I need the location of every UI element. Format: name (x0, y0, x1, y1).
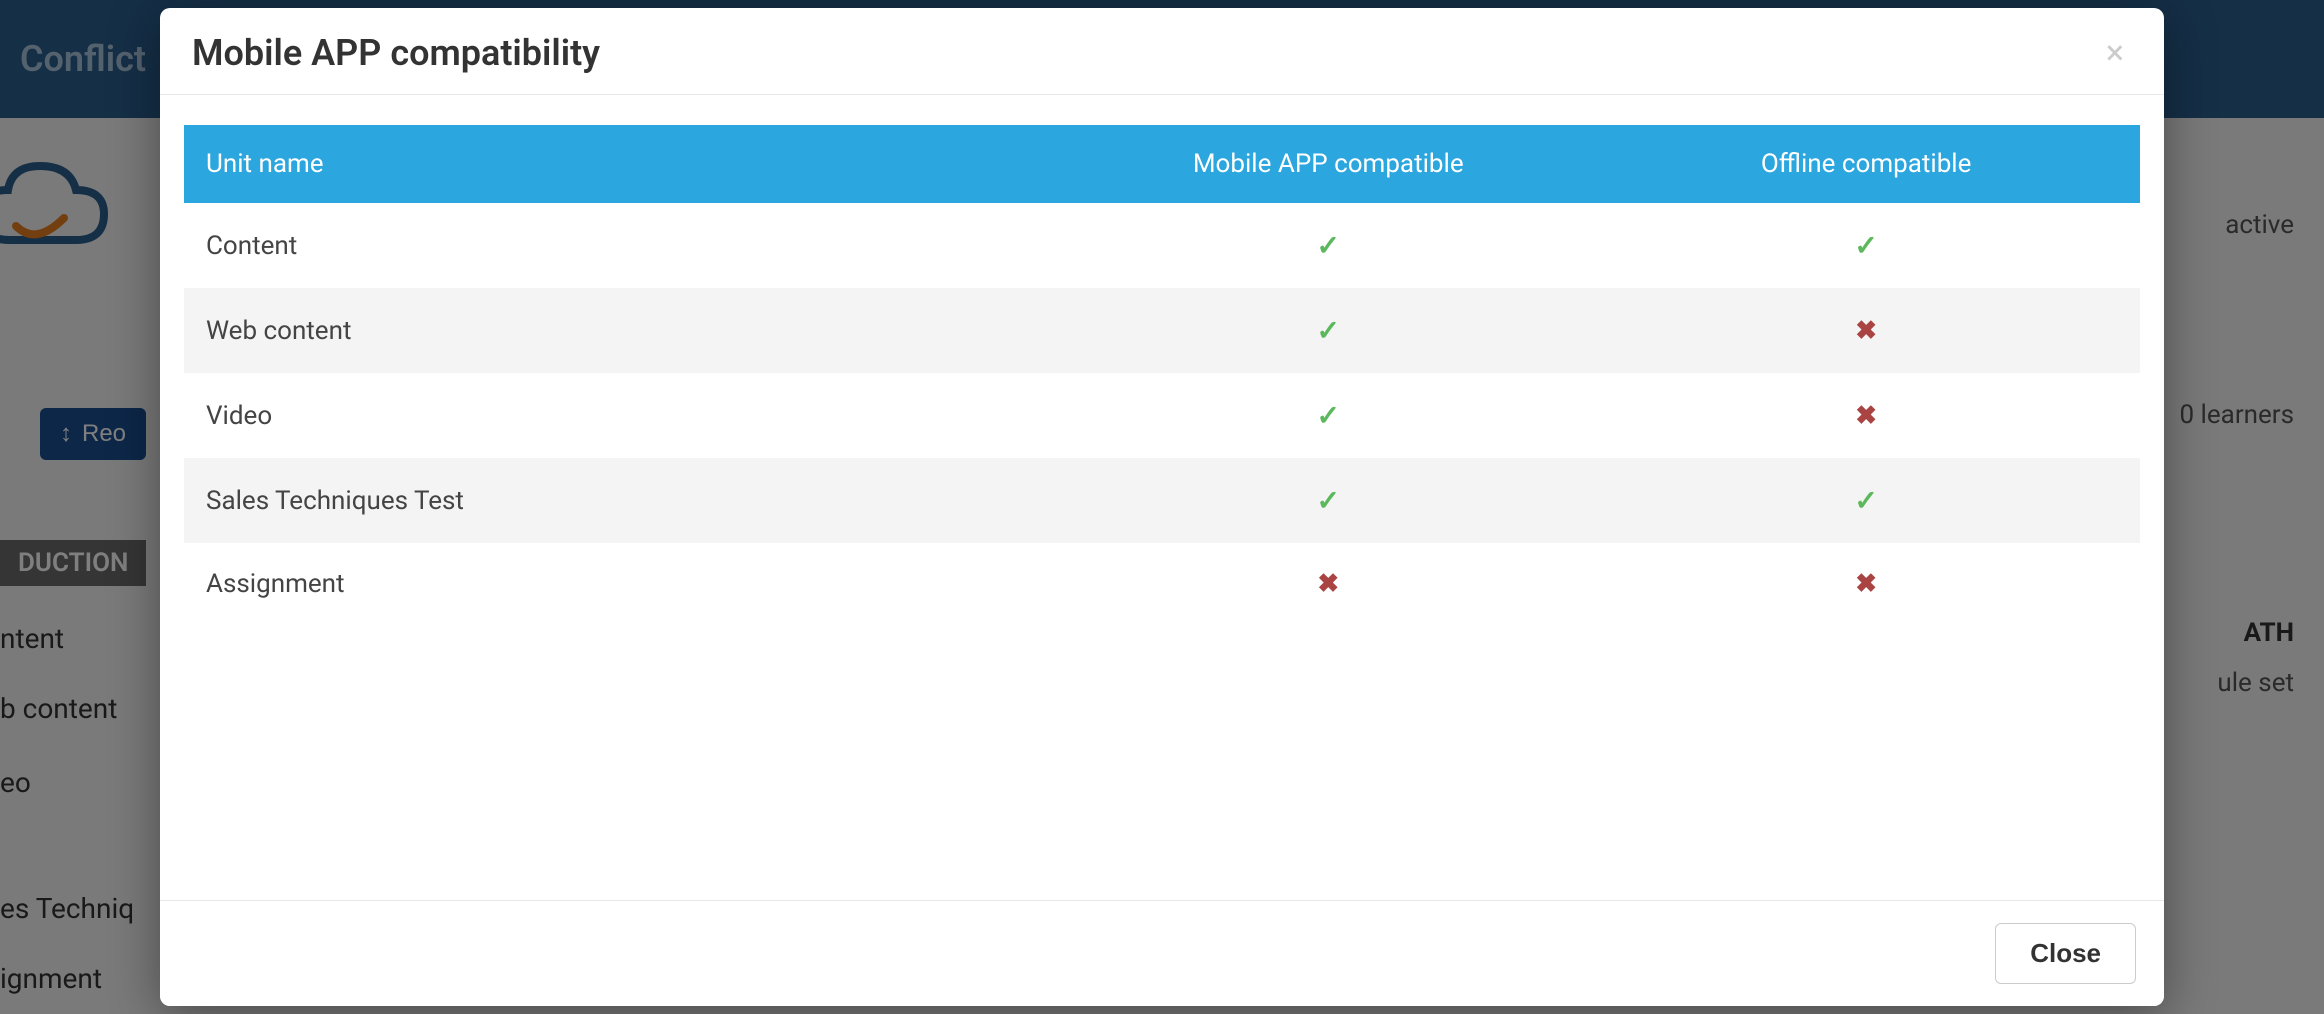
modal-footer: Close (160, 900, 2164, 1006)
cross-icon: ✖ (1855, 569, 1877, 599)
mobile-compatible-cell: ✓ (1064, 373, 1592, 458)
compatibility-table: Unit name Mobile APP compatible Offline … (184, 125, 2140, 625)
close-button[interactable]: Close (1995, 923, 2136, 984)
table-row: Sales Techniques Test ✓ ✓ (184, 458, 2140, 543)
mobile-compatible-cell: ✓ (1064, 458, 1592, 543)
check-icon: ✓ (1854, 229, 1877, 262)
offline-compatible-cell: ✖ (1592, 288, 2140, 373)
offline-compatible-cell: ✖ (1592, 543, 2140, 625)
cross-icon: ✖ (1855, 316, 1877, 346)
cross-icon: ✖ (1855, 401, 1877, 431)
column-offline-compatible: Offline compatible (1592, 125, 2140, 203)
table-row: Video ✓ ✖ (184, 373, 2140, 458)
unit-name-cell: Web content (184, 288, 1064, 373)
column-mobile-compatible: Mobile APP compatible (1064, 125, 1592, 203)
mobile-compatible-cell: ✓ (1064, 288, 1592, 373)
table-row: Content ✓ ✓ (184, 203, 2140, 288)
unit-name-cell: Content (184, 203, 1064, 288)
modal-title: Mobile APP compatibility (192, 32, 600, 74)
unit-name-cell: Sales Techniques Test (184, 458, 1064, 543)
mobile-compatible-cell: ✖ (1064, 543, 1592, 625)
modal-header: Mobile APP compatibility × (160, 8, 2164, 95)
offline-compatible-cell: ✓ (1592, 203, 2140, 288)
unit-name-cell: Video (184, 373, 1064, 458)
check-icon: ✓ (1317, 229, 1340, 262)
check-icon: ✓ (1317, 399, 1340, 432)
table-header-row: Unit name Mobile APP compatible Offline … (184, 125, 2140, 203)
check-icon: ✓ (1317, 484, 1340, 517)
offline-compatible-cell: ✖ (1592, 373, 2140, 458)
check-icon: ✓ (1317, 314, 1340, 347)
mobile-compatible-cell: ✓ (1064, 203, 1592, 288)
close-icon[interactable]: × (2098, 36, 2132, 70)
offline-compatible-cell: ✓ (1592, 458, 2140, 543)
cross-icon: ✖ (1317, 569, 1339, 599)
table-row: Assignment ✖ ✖ (184, 543, 2140, 625)
check-icon: ✓ (1854, 484, 1877, 517)
unit-name-cell: Assignment (184, 543, 1064, 625)
table-row: Web content ✓ ✖ (184, 288, 2140, 373)
modal-body: Unit name Mobile APP compatible Offline … (160, 95, 2164, 900)
compatibility-modal: Mobile APP compatibility × Unit name Mob… (160, 8, 2164, 1006)
column-unit-name: Unit name (184, 125, 1064, 203)
